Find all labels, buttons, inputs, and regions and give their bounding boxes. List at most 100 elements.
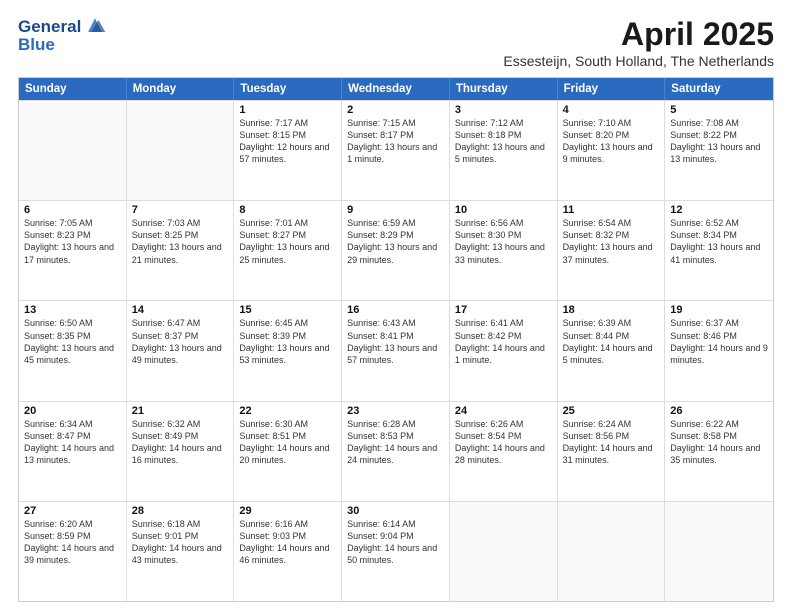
- calendar-cell: [450, 502, 558, 601]
- calendar-cell: 5Sunrise: 7:08 AMSunset: 8:22 PMDaylight…: [665, 101, 773, 200]
- calendar-cell: 23Sunrise: 6:28 AMSunset: 8:53 PMDayligh…: [342, 402, 450, 501]
- main-title: April 2025: [503, 16, 774, 53]
- day-info: Sunrise: 6:39 AMSunset: 8:44 PMDaylight:…: [563, 317, 660, 366]
- title-block: April 2025 Essesteijn, South Holland, Th…: [503, 16, 774, 69]
- calendar-cell: 14Sunrise: 6:47 AMSunset: 8:37 PMDayligh…: [127, 301, 235, 400]
- calendar-header: SundayMondayTuesdayWednesdayThursdayFrid…: [19, 78, 773, 100]
- calendar-cell: 22Sunrise: 6:30 AMSunset: 8:51 PMDayligh…: [234, 402, 342, 501]
- day-number: 25: [563, 405, 660, 417]
- calendar-cell: [665, 502, 773, 601]
- calendar-body: 1Sunrise: 7:17 AMSunset: 8:15 PMDaylight…: [19, 100, 773, 601]
- calendar-row: 13Sunrise: 6:50 AMSunset: 8:35 PMDayligh…: [19, 300, 773, 400]
- day-info: Sunrise: 6:54 AMSunset: 8:32 PMDaylight:…: [563, 217, 660, 266]
- day-info: Sunrise: 7:01 AMSunset: 8:27 PMDaylight:…: [239, 217, 336, 266]
- day-info: Sunrise: 6:22 AMSunset: 8:58 PMDaylight:…: [670, 418, 768, 467]
- day-number: 22: [239, 405, 336, 417]
- header-day: Thursday: [450, 78, 558, 100]
- day-info: Sunrise: 6:47 AMSunset: 8:37 PMDaylight:…: [132, 317, 229, 366]
- calendar-cell: 29Sunrise: 6:16 AMSunset: 9:03 PMDayligh…: [234, 502, 342, 601]
- day-info: Sunrise: 7:15 AMSunset: 8:17 PMDaylight:…: [347, 117, 444, 166]
- calendar-row: 20Sunrise: 6:34 AMSunset: 8:47 PMDayligh…: [19, 401, 773, 501]
- day-info: Sunrise: 6:20 AMSunset: 8:59 PMDaylight:…: [24, 518, 121, 567]
- day-number: 11: [563, 204, 660, 216]
- day-number: 13: [24, 304, 121, 316]
- day-info: Sunrise: 6:56 AMSunset: 8:30 PMDaylight:…: [455, 217, 552, 266]
- calendar-row: 1Sunrise: 7:17 AMSunset: 8:15 PMDaylight…: [19, 100, 773, 200]
- day-number: 4: [563, 104, 660, 116]
- calendar-cell: 30Sunrise: 6:14 AMSunset: 9:04 PMDayligh…: [342, 502, 450, 601]
- day-number: 12: [670, 204, 768, 216]
- page: General Blue April 2025 Essesteijn, Sout…: [0, 0, 792, 612]
- day-info: Sunrise: 6:28 AMSunset: 8:53 PMDaylight:…: [347, 418, 444, 467]
- day-info: Sunrise: 7:10 AMSunset: 8:20 PMDaylight:…: [563, 117, 660, 166]
- calendar-cell: 10Sunrise: 6:56 AMSunset: 8:30 PMDayligh…: [450, 201, 558, 300]
- calendar-cell: 2Sunrise: 7:15 AMSunset: 8:17 PMDaylight…: [342, 101, 450, 200]
- day-info: Sunrise: 6:34 AMSunset: 8:47 PMDaylight:…: [24, 418, 121, 467]
- header-day: Friday: [558, 78, 666, 100]
- day-number: 9: [347, 204, 444, 216]
- day-number: 15: [239, 304, 336, 316]
- calendar-cell: 18Sunrise: 6:39 AMSunset: 8:44 PMDayligh…: [558, 301, 666, 400]
- calendar-cell: 21Sunrise: 6:32 AMSunset: 8:49 PMDayligh…: [127, 402, 235, 501]
- calendar-cell: 19Sunrise: 6:37 AMSunset: 8:46 PMDayligh…: [665, 301, 773, 400]
- day-number: 14: [132, 304, 229, 316]
- calendar-cell: 20Sunrise: 6:34 AMSunset: 8:47 PMDayligh…: [19, 402, 127, 501]
- day-info: Sunrise: 6:43 AMSunset: 8:41 PMDaylight:…: [347, 317, 444, 366]
- calendar-cell: 6Sunrise: 7:05 AMSunset: 8:23 PMDaylight…: [19, 201, 127, 300]
- day-number: 26: [670, 405, 768, 417]
- calendar-cell: 25Sunrise: 6:24 AMSunset: 8:56 PMDayligh…: [558, 402, 666, 501]
- day-info: Sunrise: 6:16 AMSunset: 9:03 PMDaylight:…: [239, 518, 336, 567]
- day-number: 8: [239, 204, 336, 216]
- day-info: Sunrise: 6:50 AMSunset: 8:35 PMDaylight:…: [24, 317, 121, 366]
- subtitle: Essesteijn, South Holland, The Netherlan…: [503, 53, 774, 69]
- day-number: 5: [670, 104, 768, 116]
- day-number: 19: [670, 304, 768, 316]
- calendar-cell: 4Sunrise: 7:10 AMSunset: 8:20 PMDaylight…: [558, 101, 666, 200]
- day-info: Sunrise: 7:12 AMSunset: 8:18 PMDaylight:…: [455, 117, 552, 166]
- calendar-cell: [19, 101, 127, 200]
- calendar-cell: [558, 502, 666, 601]
- day-info: Sunrise: 7:08 AMSunset: 8:22 PMDaylight:…: [670, 117, 768, 166]
- day-number: 6: [24, 204, 121, 216]
- day-info: Sunrise: 6:59 AMSunset: 8:29 PMDaylight:…: [347, 217, 444, 266]
- day-number: 27: [24, 505, 121, 517]
- logo-line2: Blue: [18, 36, 107, 55]
- calendar-cell: 13Sunrise: 6:50 AMSunset: 8:35 PMDayligh…: [19, 301, 127, 400]
- calendar: SundayMondayTuesdayWednesdayThursdayFrid…: [18, 77, 774, 602]
- day-info: Sunrise: 6:32 AMSunset: 8:49 PMDaylight:…: [132, 418, 229, 467]
- header-day: Saturday: [665, 78, 773, 100]
- day-info: Sunrise: 6:26 AMSunset: 8:54 PMDaylight:…: [455, 418, 552, 467]
- day-info: Sunrise: 6:41 AMSunset: 8:42 PMDaylight:…: [455, 317, 552, 366]
- calendar-cell: 17Sunrise: 6:41 AMSunset: 8:42 PMDayligh…: [450, 301, 558, 400]
- day-number: 2: [347, 104, 444, 116]
- calendar-cell: 16Sunrise: 6:43 AMSunset: 8:41 PMDayligh…: [342, 301, 450, 400]
- logo-line1: General: [18, 18, 81, 37]
- calendar-cell: 11Sunrise: 6:54 AMSunset: 8:32 PMDayligh…: [558, 201, 666, 300]
- header-day: Sunday: [19, 78, 127, 100]
- day-number: 10: [455, 204, 552, 216]
- day-number: 24: [455, 405, 552, 417]
- calendar-cell: 7Sunrise: 7:03 AMSunset: 8:25 PMDaylight…: [127, 201, 235, 300]
- header: General Blue April 2025 Essesteijn, Sout…: [18, 16, 774, 69]
- day-info: Sunrise: 6:24 AMSunset: 8:56 PMDaylight:…: [563, 418, 660, 467]
- calendar-cell: [127, 101, 235, 200]
- day-number: 21: [132, 405, 229, 417]
- day-info: Sunrise: 6:52 AMSunset: 8:34 PMDaylight:…: [670, 217, 768, 266]
- calendar-cell: 27Sunrise: 6:20 AMSunset: 8:59 PMDayligh…: [19, 502, 127, 601]
- calendar-cell: 3Sunrise: 7:12 AMSunset: 8:18 PMDaylight…: [450, 101, 558, 200]
- day-number: 16: [347, 304, 444, 316]
- day-number: 20: [24, 405, 121, 417]
- header-day: Monday: [127, 78, 235, 100]
- day-info: Sunrise: 6:37 AMSunset: 8:46 PMDaylight:…: [670, 317, 768, 366]
- calendar-cell: 1Sunrise: 7:17 AMSunset: 8:15 PMDaylight…: [234, 101, 342, 200]
- day-number: 7: [132, 204, 229, 216]
- day-info: Sunrise: 6:18 AMSunset: 9:01 PMDaylight:…: [132, 518, 229, 567]
- day-info: Sunrise: 6:45 AMSunset: 8:39 PMDaylight:…: [239, 317, 336, 366]
- calendar-cell: 26Sunrise: 6:22 AMSunset: 8:58 PMDayligh…: [665, 402, 773, 501]
- calendar-cell: 28Sunrise: 6:18 AMSunset: 9:01 PMDayligh…: [127, 502, 235, 601]
- day-info: Sunrise: 7:03 AMSunset: 8:25 PMDaylight:…: [132, 217, 229, 266]
- day-info: Sunrise: 7:17 AMSunset: 8:15 PMDaylight:…: [239, 117, 336, 166]
- day-number: 1: [239, 104, 336, 116]
- day-number: 18: [563, 304, 660, 316]
- day-info: Sunrise: 6:14 AMSunset: 9:04 PMDaylight:…: [347, 518, 444, 567]
